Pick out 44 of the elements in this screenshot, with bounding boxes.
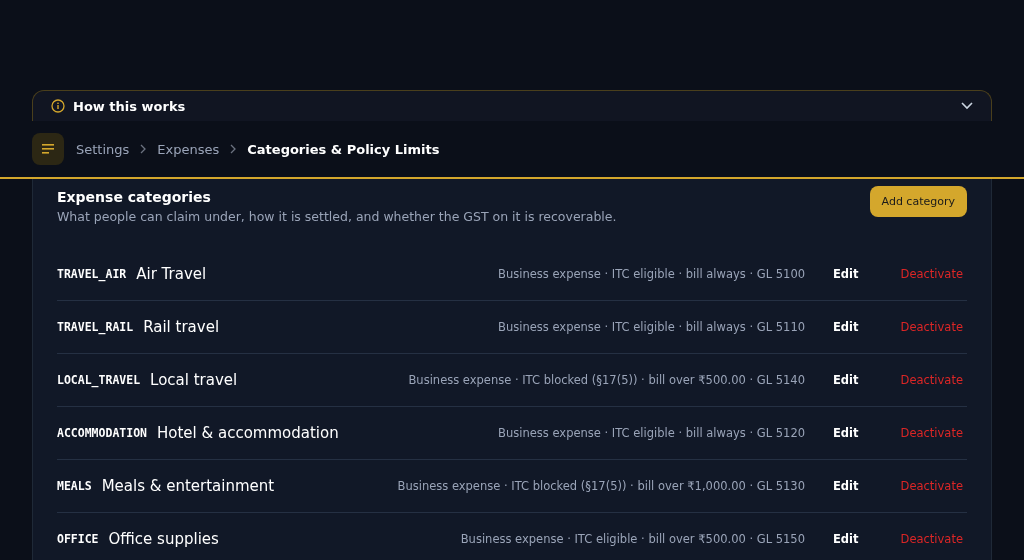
edit-link[interactable]: Edit [829,263,863,285]
chevron-right-icon [229,144,238,154]
category-name: Hotel & accommodation [157,424,339,442]
chevron-right-icon [139,144,148,154]
deactivate-link[interactable]: Deactivate [896,475,967,497]
category-code: TRAVEL_RAIL [57,320,134,334]
edit-link[interactable]: Edit [829,528,863,550]
menu-icon [41,143,55,155]
breadcrumb-item[interactable]: Settings [76,141,130,157]
info-icon [51,99,65,113]
category-name: Air Travel [136,265,207,283]
edit-link[interactable]: Edit [829,422,863,444]
edit-link[interactable]: Edit [829,369,863,391]
category-details: Business expense · ITC eligible · bill always · GL 5100 [498,267,805,281]
deactivate-link[interactable]: Deactivate [896,263,967,285]
deactivate-link[interactable]: Deactivate [896,528,967,550]
category-name: Office supplies [108,530,219,548]
category-details: Business expense · ITC eligible · bill always · GL 5110 [498,320,805,334]
category-name: Rail travel [143,318,220,336]
edit-link[interactable]: Edit [829,475,863,497]
category-name: Meals & entertainment [101,477,275,495]
deactivate-link[interactable]: Deactivate [896,316,967,338]
category-code: ACCOMMODATION [57,426,147,440]
deactivate-link[interactable]: Deactivate [896,422,967,444]
category-details: Business expense · ITC eligible · bill over ₹500.00 · GL 5150 [460,532,805,546]
breadcrumb-item[interactable]: Expenses [157,141,220,157]
info-panel[interactable]: How this works [32,90,992,121]
section-subtitle: What people can claim under, how it is settled, and whether the GST on it is recoverable. [57,209,617,224]
edit-link[interactable]: Edit [829,316,863,338]
section-title: Expense categories [57,189,212,205]
chevron-icon[interactable] [961,102,973,110]
deactivate-link[interactable]: Deactivate [896,369,967,391]
category-details: Business expense · ITC blocked (§17(5)) · bill over ₹1,000.00 · GL 5130 [397,479,805,493]
category-code: LOCAL_TRAVEL [57,373,141,387]
category-code: OFFICE [57,532,99,546]
category-code: MEALS [57,479,92,493]
category-details: Business expense · ITC eligible · bill always · GL 5120 [498,426,805,440]
category-details: Business expense · ITC blocked (§17(5)) · bill over ₹500.00 · GL 5140 [408,373,805,387]
add-category-button[interactable]: Add category [869,186,967,217]
info-title: How this works [73,98,186,114]
category-code: TRAVEL_AIR [57,267,127,281]
breadcrumb-item: Categories & Policy Limits [247,141,440,157]
menu-button[interactable] [32,133,64,165]
category-name: Local travel [150,371,238,389]
